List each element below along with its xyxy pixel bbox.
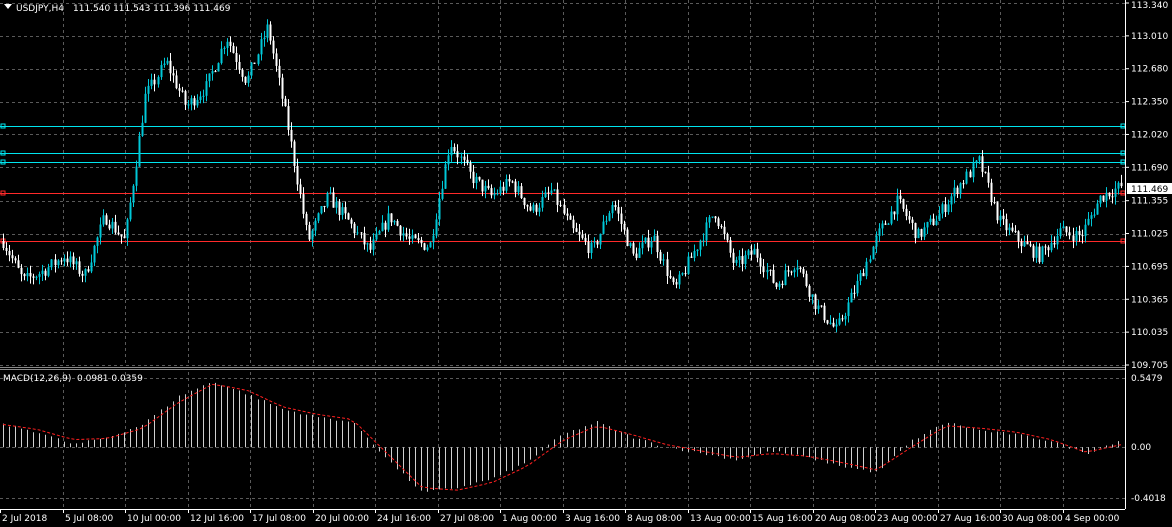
chart-header: USDJPY,H4 111.540 111.543 111.396 111.46… xyxy=(4,4,231,14)
price-tick-label: 112.020 xyxy=(1131,130,1168,140)
time-tick-label: 12 Jul 16:00 xyxy=(190,514,244,524)
time-tick-label: 30 Aug 08:00 xyxy=(1002,514,1063,524)
time-tick-label: 23 Aug 00:00 xyxy=(877,514,938,524)
time-tick-label: 17 Jul 08:00 xyxy=(252,514,306,524)
candle xyxy=(347,212,350,220)
trading-chart[interactable]: 113.340 113.010 112.680 112.350 112.020 111.6… xyxy=(0,0,1172,527)
candle xyxy=(444,160,447,190)
time-tick-label: 24 Jul 16:00 xyxy=(377,514,431,524)
candle xyxy=(326,191,329,209)
candle xyxy=(423,242,426,251)
time-tick-label: 27 Aug 16:00 xyxy=(940,514,1001,524)
price-tick-label: 113.340 xyxy=(1131,1,1168,11)
price-tick-label: 110.695 xyxy=(1131,262,1168,272)
time-tick-label: 4 Sep 00:00 xyxy=(1065,514,1120,524)
time-tick-label: 3 Aug 16:00 xyxy=(565,514,620,524)
time-tick-label: 10 Jul 00:00 xyxy=(127,514,181,524)
macd-label: MACD(12,26,9) xyxy=(3,374,71,384)
macd-tick-label: 0.5479 xyxy=(1131,374,1163,384)
time-tick-label: 5 Jul 08:00 xyxy=(65,514,114,524)
candle xyxy=(990,178,993,206)
time-tick-label: 8 Aug 08:00 xyxy=(627,514,682,524)
macd-tick-label: -0.4018 xyxy=(1131,494,1166,504)
macd-values: 0.0981 0.0359 xyxy=(77,374,143,384)
time-tick-label: 13 Aug 00:00 xyxy=(690,514,751,524)
time-tick-label: 20 Jul 00:00 xyxy=(315,514,369,524)
candle xyxy=(823,302,826,323)
candle xyxy=(1041,245,1044,264)
price-tick-label: 111.690 xyxy=(1131,163,1168,173)
macd-tick-label: 0.00 xyxy=(1131,443,1151,453)
candle xyxy=(217,62,220,72)
price-tick-label: 110.035 xyxy=(1131,328,1168,338)
time-tick-label: 20 Aug 08:00 xyxy=(815,514,876,524)
price-tick-label: 111.025 xyxy=(1131,230,1168,240)
candle xyxy=(253,62,256,64)
price-tick-label: 112.680 xyxy=(1131,65,1168,75)
current-price-tag: 111.469 xyxy=(1127,183,1172,195)
time-tick-label: 15 Aug 16:00 xyxy=(752,514,813,524)
time-tick-label: 27 Jul 08:00 xyxy=(440,514,494,524)
current-price-label: 111.469 xyxy=(1131,185,1168,195)
price-tick-label: 109.705 xyxy=(1131,361,1168,371)
ohlc-values: 111.540 111.543 111.396 111.469 xyxy=(73,4,231,14)
candle xyxy=(320,205,323,215)
time-tick-label: 2 Jul 2018 xyxy=(2,514,47,524)
candle xyxy=(626,227,629,247)
price-tick-label: 112.350 xyxy=(1131,98,1168,108)
time-tick-label: 1 Aug 00:00 xyxy=(502,514,557,524)
candle xyxy=(138,131,141,167)
price-tick-label: 113.010 xyxy=(1131,32,1168,42)
candle xyxy=(872,245,875,260)
price-tick-label: 110.365 xyxy=(1131,295,1168,305)
symbol-label: USDJPY,H4 xyxy=(16,4,64,14)
price-tick-label: 111.355 xyxy=(1131,197,1168,207)
